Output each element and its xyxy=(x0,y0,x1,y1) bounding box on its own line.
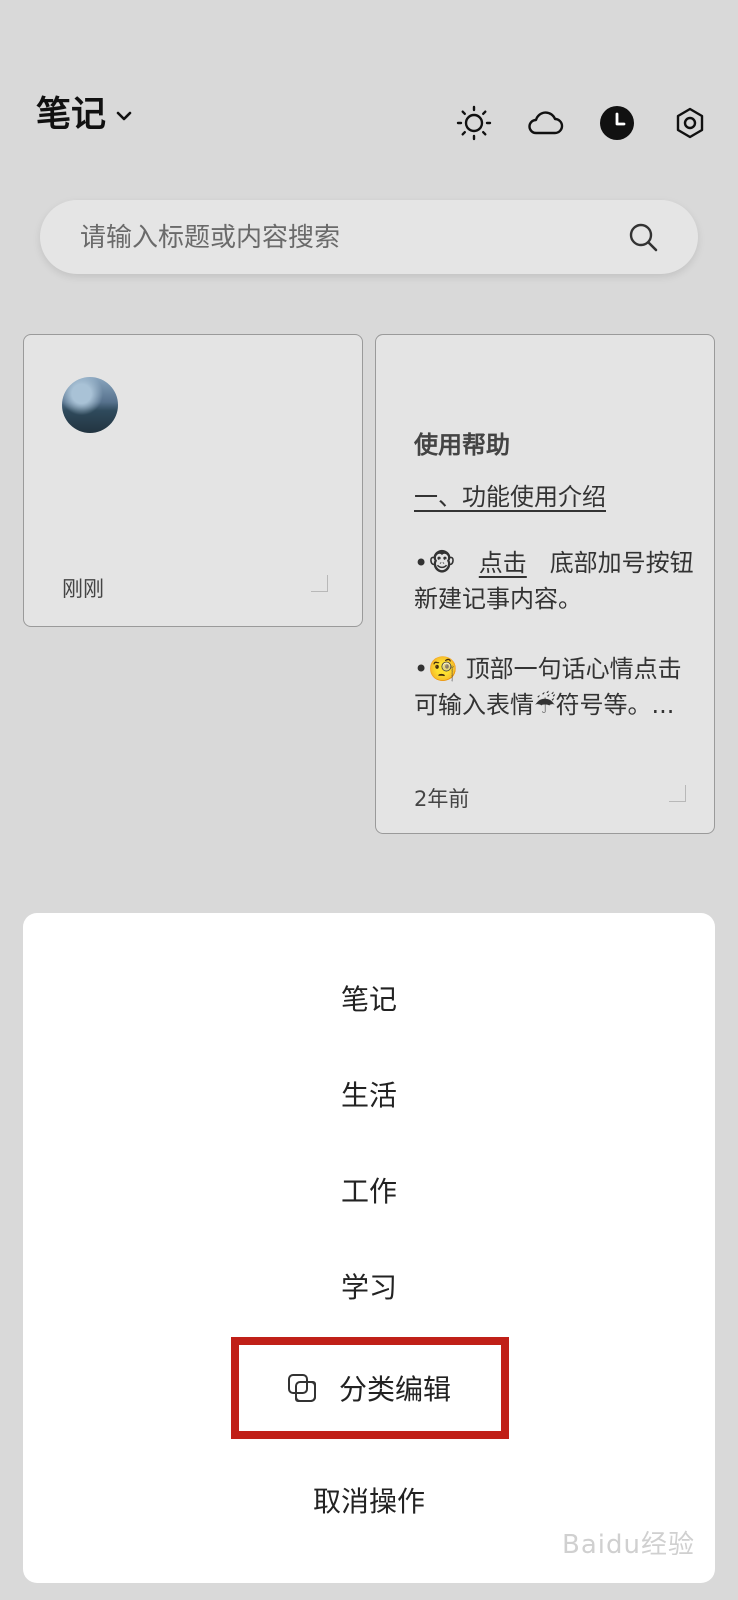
menu-item-study[interactable]: 学习 xyxy=(23,1251,715,1321)
watermark: Baidu经验 xyxy=(562,1530,695,1560)
search-input[interactable] xyxy=(78,200,602,276)
note-time: 2年前 xyxy=(414,787,470,811)
fold-corner-icon xyxy=(669,785,686,802)
menu-item-life[interactable]: 生活 xyxy=(23,1059,715,1129)
note-card[interactable]: 使用帮助 一、功能使用介绍 •🐵 点击 底部加号按钮 新建记事内容。 •🧐 顶部… xyxy=(375,334,715,834)
backdrop-strip xyxy=(0,1583,738,1600)
note-subtitle: 一、功能使用介绍 xyxy=(414,483,606,511)
note-card[interactable]: 刚刚 xyxy=(23,334,363,627)
note-body: •🐵 点击 底部加号按钮 新建记事内容。 •🧐 顶部一句话心情点击可输入表情☔符… xyxy=(414,549,694,719)
search-icon[interactable] xyxy=(626,220,660,254)
note-time: 刚刚 xyxy=(62,577,104,601)
clock-icon[interactable] xyxy=(598,104,636,142)
search-bar[interactable] xyxy=(40,200,698,276)
note-title: 使用帮助 xyxy=(414,431,510,459)
sun-icon[interactable] xyxy=(455,104,493,142)
note-text: 符号等。... xyxy=(555,691,675,719)
umbrella-emoji-icon: ☔ xyxy=(534,691,556,719)
category-sheet: 笔记 生活 工作 学习 分类编辑 取消操作 Baidu经验 xyxy=(23,913,715,1583)
menu-item-notes[interactable]: 笔记 xyxy=(23,963,715,1033)
settings-icon[interactable] xyxy=(671,104,709,142)
monocle-emoji-icon: 🧐 xyxy=(428,655,459,683)
chevron-down-icon xyxy=(116,111,132,120)
cloud-icon[interactable] xyxy=(526,104,564,142)
note-thumbnail xyxy=(62,377,118,433)
highlight-box xyxy=(231,1337,509,1439)
monkey-emoji-icon: 🐵 xyxy=(428,549,456,577)
fold-corner-icon xyxy=(311,575,328,592)
page-title: 笔记 xyxy=(36,95,107,135)
category-switcher[interactable]: 笔记 xyxy=(36,98,134,133)
note-link: 点击 xyxy=(478,549,527,577)
note-text: 底部加号按钮 新建记事内容。 xyxy=(414,549,694,613)
menu-item-work[interactable]: 工作 xyxy=(23,1155,715,1225)
